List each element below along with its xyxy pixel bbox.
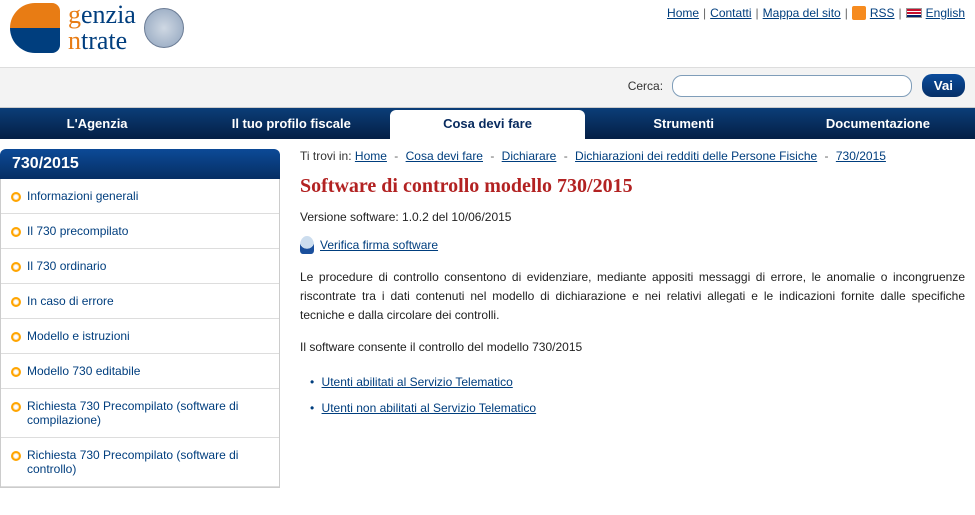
verify-row: Verifica firma software [300, 236, 965, 254]
version-text: Versione software: 1.0.2 del 10/06/2015 [300, 210, 965, 224]
sidebar-item-label: In caso di errore [27, 294, 114, 308]
tab-profilo[interactable]: Il tuo profilo fiscale [194, 108, 388, 139]
tab-cosa-devi-fare[interactable]: Cosa devi fare [390, 110, 584, 139]
separator: - [825, 149, 829, 163]
link-utenti-abilitati[interactable]: Utenti abilitati al Servizio Telematico [322, 375, 513, 389]
sidebar-item-label: Modello e istruzioni [27, 329, 130, 343]
sidebar-item-label: Richiesta 730 Precompilato (software di … [27, 448, 269, 476]
tab-documentazione[interactable]: Documentazione [781, 108, 975, 139]
sidebar-item-modello-istruzioni[interactable]: Modello e istruzioni [1, 319, 279, 354]
bullet-icon [11, 402, 21, 412]
link-verify-signature[interactable]: Verifica firma software [320, 238, 438, 252]
breadcrumb-dichiarare[interactable]: Dichiarare [502, 149, 557, 163]
sidebar: 730/2015 Informazioni generali Il 730 pr… [0, 149, 280, 488]
bullet-icon [11, 262, 21, 272]
sidebar-item-ordinario[interactable]: Il 730 ordinario [1, 249, 279, 284]
page-title: Software di controllo modello 730/2015 [300, 175, 965, 198]
sidebar-item-label: Il 730 ordinario [27, 259, 106, 273]
logo-part: trate [81, 26, 127, 55]
tab-agenzia[interactable]: L'Agenzia [0, 108, 194, 139]
bullet-icon [11, 451, 21, 461]
search-row: Cerca: Vai [0, 68, 975, 108]
separator: | [845, 6, 848, 20]
sidebar-item-errore[interactable]: In caso di errore [1, 284, 279, 319]
breadcrumb-current[interactable]: 730/2015 [836, 149, 886, 163]
emblem-icon [144, 8, 184, 48]
sidebar-item-label: Il 730 precompilato [27, 224, 128, 238]
logo-part: enzia [81, 0, 136, 29]
sidebar-item-precompilato[interactable]: Il 730 precompilato [1, 214, 279, 249]
list-item: Utenti abilitati al Servizio Telematico [310, 369, 965, 395]
bullet-icon [11, 227, 21, 237]
search-label: Cerca: [628, 79, 663, 93]
logo-text: genzia ntrate [68, 2, 136, 54]
bullet-icon [11, 367, 21, 377]
breadcrumb-prefix: Ti trovi in: [300, 149, 352, 163]
list-item: Utenti non abilitati al Servizio Telemat… [310, 395, 965, 421]
content-area: 730/2015 Informazioni generali Il 730 pr… [0, 139, 975, 488]
sidebar-item-label: Richiesta 730 Precompilato (software di … [27, 399, 269, 427]
separator: | [756, 6, 759, 20]
sidebar-item-label: Informazioni generali [27, 189, 138, 203]
bullet-icon [11, 332, 21, 342]
bullet-icon [11, 192, 21, 202]
link-mappa[interactable]: Mappa del sito [763, 6, 841, 20]
logo-part: g [68, 0, 81, 29]
breadcrumb: Ti trovi in: Home - Cosa devi fare - Dic… [300, 149, 965, 163]
breadcrumb-redditi[interactable]: Dichiarazioni dei redditi delle Persone … [575, 149, 817, 163]
separator: - [490, 149, 494, 163]
separator: | [899, 6, 902, 20]
logo-area[interactable]: genzia ntrate [10, 0, 184, 54]
description-paragraph-1: Le procedure di controllo consentono di … [300, 268, 965, 326]
link-rss[interactable]: RSS [870, 6, 895, 20]
breadcrumb-home[interactable]: Home [355, 149, 387, 163]
bullet-icon [11, 297, 21, 307]
link-utenti-non-abilitati[interactable]: Utenti non abilitati al Servizio Telemat… [322, 401, 537, 415]
rss-icon [852, 6, 866, 20]
main-content: Ti trovi in: Home - Cosa devi fare - Dic… [280, 149, 975, 488]
sidebar-item-label: Modello 730 editabile [27, 364, 140, 378]
sidebar-item-richiesta-compilazione[interactable]: Richiesta 730 Precompilato (software di … [1, 389, 279, 438]
sidebar-item-info-generali[interactable]: Informazioni generali [1, 179, 279, 214]
separator: | [703, 6, 706, 20]
separator: - [564, 149, 568, 163]
ribbon-icon [300, 236, 314, 254]
header: genzia ntrate Home | Contatti | Mappa de… [0, 0, 975, 68]
sidebar-list: Informazioni generali Il 730 precompilat… [0, 179, 280, 488]
description-paragraph-2: Il software consente il controllo del mo… [300, 338, 965, 357]
tab-strumenti[interactable]: Strumenti [587, 108, 781, 139]
search-input[interactable] [672, 75, 912, 97]
main-navigation: L'Agenzia Il tuo profilo fiscale Cosa de… [0, 108, 975, 139]
top-links: Home | Contatti | Mappa del sito | RSS |… [667, 0, 965, 20]
sidebar-item-modello-editabile[interactable]: Modello 730 editabile [1, 354, 279, 389]
link-english[interactable]: English [926, 6, 965, 20]
breadcrumb-cosa[interactable]: Cosa devi fare [406, 149, 483, 163]
sidebar-title: 730/2015 [0, 149, 280, 179]
separator: - [394, 149, 398, 163]
flag-uk-icon [906, 8, 922, 18]
sidebar-item-richiesta-controllo[interactable]: Richiesta 730 Precompilato (software di … [1, 438, 279, 487]
logo-part: n [68, 26, 81, 55]
link-list: Utenti abilitati al Servizio Telematico … [310, 369, 965, 421]
logo-icon [10, 3, 60, 53]
search-button[interactable]: Vai [922, 74, 965, 97]
link-home[interactable]: Home [667, 6, 699, 20]
link-contatti[interactable]: Contatti [710, 6, 751, 20]
